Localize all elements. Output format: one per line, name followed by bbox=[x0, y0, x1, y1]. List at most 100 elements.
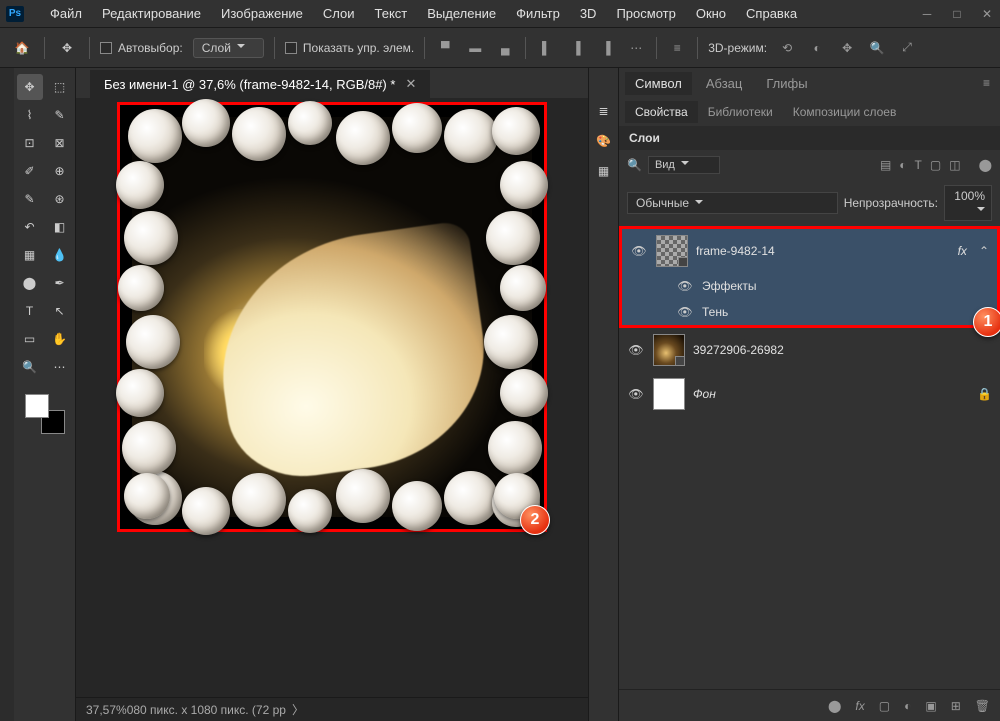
menu-select[interactable]: Выделение bbox=[417, 6, 506, 21]
filter-type-icon[interactable]: T bbox=[915, 158, 922, 172]
heal-tool[interactable]: ⊕ bbox=[47, 158, 73, 184]
show-transform-checkbox[interactable]: Показать упр. элем. bbox=[285, 41, 414, 55]
blend-mode-select[interactable]: Обычные bbox=[627, 192, 838, 214]
layer-thumbnail[interactable] bbox=[653, 334, 685, 366]
layer-thumbnail[interactable] bbox=[653, 378, 685, 410]
edit-toolbar[interactable]: ⋯ bbox=[47, 354, 73, 380]
visibility-icon[interactable]: 👁 bbox=[627, 387, 645, 401]
menu-window[interactable]: Окно bbox=[686, 6, 736, 21]
menu-3d[interactable]: 3D bbox=[570, 6, 607, 21]
delete-icon[interactable]: 🗑 bbox=[975, 699, 990, 713]
menu-image[interactable]: Изображение bbox=[211, 6, 313, 21]
align-right-icon[interactable]: ▐ bbox=[596, 38, 616, 58]
menu-text[interactable]: Текст bbox=[365, 6, 418, 21]
tab-libraries[interactable]: Библиотеки bbox=[698, 101, 783, 123]
frame-tool[interactable]: ⊠ bbox=[47, 130, 73, 156]
align-left-icon[interactable]: ▌ bbox=[536, 38, 556, 58]
menu-filter[interactable]: Фильтр bbox=[506, 6, 570, 21]
menu-file[interactable]: Файл bbox=[40, 6, 92, 21]
filter-shape-icon[interactable]: ▢ bbox=[930, 158, 941, 172]
fx-expand-icon[interactable]: ⌃ bbox=[979, 244, 989, 258]
path-tool[interactable]: ↖ bbox=[47, 298, 73, 324]
swatches-panel-icon[interactable]: ▦ bbox=[595, 162, 613, 180]
layer-thumbnail[interactable] bbox=[656, 235, 688, 267]
document-tab[interactable]: Без имени-1 @ 37,6% (frame-9482-14, RGB/… bbox=[90, 70, 430, 98]
eyedropper-tool[interactable]: ✐ bbox=[17, 158, 43, 184]
more-align-icon[interactable]: ⋯ bbox=[626, 38, 646, 58]
opacity-value[interactable]: 100% bbox=[944, 185, 992, 221]
fx-badge[interactable]: fx bbox=[958, 244, 967, 258]
history-panel-icon[interactable]: ≣ bbox=[595, 102, 613, 120]
history-brush-tool[interactable]: ↶ bbox=[17, 214, 43, 240]
visibility-icon[interactable]: 👁 bbox=[627, 343, 645, 357]
visibility-icon[interactable]: 👁 bbox=[676, 279, 694, 293]
canvas[interactable]: 2 bbox=[117, 102, 547, 532]
stamp-tool[interactable]: ⊛ bbox=[47, 186, 73, 212]
3d-scale-icon[interactable]: ⤢ bbox=[897, 38, 917, 58]
home-icon[interactable]: 🏠 bbox=[10, 36, 34, 60]
layer-filter-type[interactable]: Вид bbox=[648, 156, 720, 174]
panel-menu-icon[interactable]: ≡ bbox=[983, 76, 990, 90]
visibility-icon[interactable]: 👁 bbox=[630, 244, 648, 258]
gradient-tool[interactable]: ▦ bbox=[17, 242, 43, 268]
tab-close-icon[interactable]: ✕ bbox=[405, 76, 416, 92]
foreground-color[interactable] bbox=[25, 394, 49, 418]
tab-glyphs[interactable]: Глифы bbox=[756, 72, 817, 95]
brush-tool[interactable]: ✎ bbox=[17, 186, 43, 212]
align-hcenter-icon[interactable]: ▐ bbox=[566, 38, 586, 58]
adjustment-icon[interactable]: ◐ bbox=[904, 699, 911, 713]
auto-select-checkbox[interactable]: Автовыбор: bbox=[100, 41, 183, 55]
menu-view[interactable]: Просмотр bbox=[606, 6, 685, 21]
filter-toggle[interactable]: ⬤ bbox=[979, 158, 992, 172]
3d-search-icon[interactable]: 🔍 bbox=[867, 38, 887, 58]
layer-name[interactable]: 39272906-26982 bbox=[693, 343, 784, 357]
layer-frame[interactable]: 👁 frame-9482-14 fx ⌃ bbox=[622, 229, 997, 273]
blur-tool[interactable]: 💧 bbox=[47, 242, 73, 268]
move-tool-icon[interactable]: ✥ bbox=[55, 36, 79, 60]
layers-panel-header[interactable]: Слои bbox=[619, 126, 1000, 150]
crop-tool[interactable]: ⊡ bbox=[17, 130, 43, 156]
fx-icon[interactable]: fx bbox=[855, 699, 864, 713]
color-panel-icon[interactable]: 🎨 bbox=[595, 132, 613, 150]
tab-paragraph[interactable]: Абзац bbox=[696, 72, 752, 95]
color-swatches[interactable] bbox=[25, 394, 65, 434]
hand-tool[interactable]: ✋ bbox=[47, 326, 73, 352]
close-button[interactable]: ✕ bbox=[980, 7, 994, 21]
filter-adjust-icon[interactable]: ◐ bbox=[899, 158, 906, 172]
align-bottom-icon[interactable]: ▄ bbox=[495, 38, 515, 58]
filter-smart-icon[interactable]: ◫ bbox=[949, 158, 960, 172]
move-tool[interactable]: ✥ bbox=[17, 74, 43, 100]
layer-name[interactable]: frame-9482-14 bbox=[696, 244, 775, 258]
align-vcenter-icon[interactable]: ▬ bbox=[465, 38, 485, 58]
align-top-icon[interactable]: ▀ bbox=[435, 38, 455, 58]
rect-tool[interactable]: ▭ bbox=[17, 326, 43, 352]
distribute-icon[interactable]: ≡ bbox=[667, 38, 687, 58]
zoom-level[interactable]: 37,57% bbox=[86, 703, 127, 717]
mask-icon[interactable]: ▢ bbox=[879, 699, 890, 713]
3d-orbit-icon[interactable]: ⟲ bbox=[777, 38, 797, 58]
maximize-button[interactable]: □ bbox=[950, 7, 964, 21]
menu-layers[interactable]: Слои bbox=[313, 6, 365, 21]
lock-icon[interactable]: 🔒 bbox=[977, 387, 992, 401]
3d-pan-icon[interactable]: ✥ bbox=[837, 38, 857, 58]
tab-properties[interactable]: Свойства bbox=[625, 101, 698, 123]
eraser-tool[interactable]: ◧ bbox=[47, 214, 73, 240]
auto-select-target[interactable]: Слой bbox=[193, 38, 264, 58]
group-icon[interactable]: ▣ bbox=[925, 699, 936, 713]
new-layer-icon[interactable]: ⊞ bbox=[951, 699, 961, 713]
dodge-tool[interactable]: ⬤ bbox=[17, 270, 43, 296]
minimize-button[interactable]: ─ bbox=[920, 7, 934, 21]
menu-help[interactable]: Справка bbox=[736, 6, 807, 21]
3d-roll-icon[interactable]: ◐ bbox=[807, 38, 827, 58]
filter-pixel-icon[interactable]: ▤ bbox=[880, 158, 891, 172]
link-layers-icon[interactable]: ⬤ bbox=[828, 699, 841, 713]
layer-effects-row[interactable]: 👁 Эффекты bbox=[622, 273, 997, 299]
marquee-tool[interactable]: ⬚ bbox=[47, 74, 73, 100]
pen-tool[interactable]: ✒ bbox=[47, 270, 73, 296]
menu-edit[interactable]: Редактирование bbox=[92, 6, 211, 21]
quick-select-tool[interactable]: ✎ bbox=[47, 102, 73, 128]
type-tool[interactable]: T bbox=[17, 298, 43, 324]
tab-layer-comps[interactable]: Композиции слоев bbox=[783, 101, 907, 123]
layer-shadow-row[interactable]: 👁 Тень bbox=[622, 299, 997, 325]
tab-symbol[interactable]: Символ bbox=[625, 72, 692, 95]
